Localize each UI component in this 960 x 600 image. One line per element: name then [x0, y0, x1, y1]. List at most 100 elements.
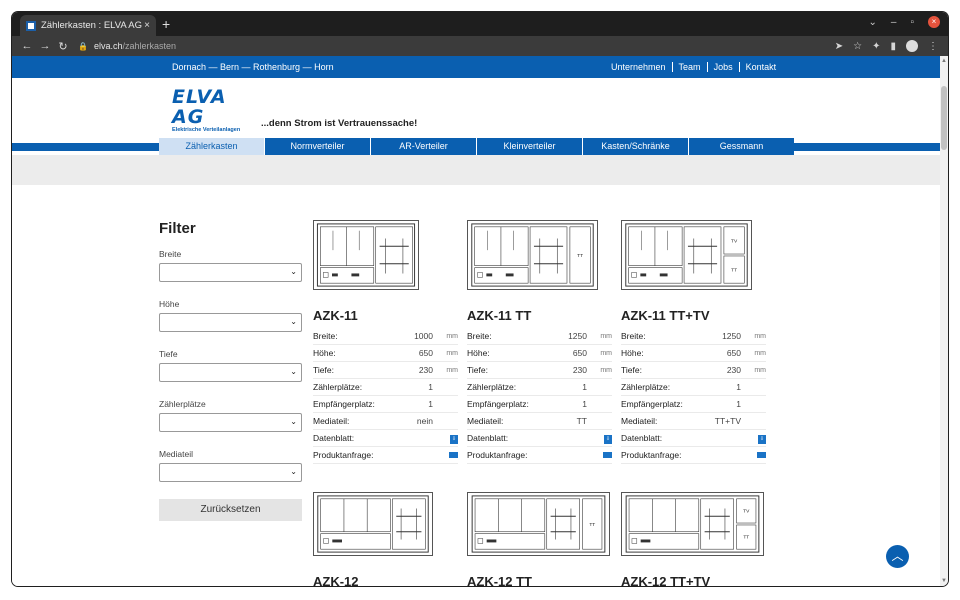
menu-normverteiler[interactable]: Normverteiler — [265, 138, 370, 155]
link-jobs[interactable]: Jobs — [706, 62, 739, 72]
filter-select-breite[interactable]: ⌄ — [159, 263, 302, 282]
spec-row-media: Mediateil: TT+TV — [621, 413, 766, 430]
product-image[interactable]: TT — [467, 492, 610, 556]
thumb-tt-label: TT — [577, 253, 583, 259]
spec-label: Höhe: — [467, 348, 490, 358]
back-icon[interactable]: ← — [18, 40, 36, 52]
spec-label: Breite: — [621, 331, 646, 341]
send-icon[interactable]: ➤ — [835, 41, 843, 52]
close-tab-icon[interactable]: × — [144, 20, 150, 31]
menu-ar-verteiler[interactable]: AR-Verteiler — [371, 138, 476, 155]
mail-icon[interactable] — [757, 452, 766, 458]
chevron-down-icon: ⌄ — [290, 417, 297, 426]
menu-gessmann[interactable]: Gessmann — [689, 138, 794, 155]
address-bar[interactable]: 🔒 elva.ch/zahlerkasten — [78, 38, 835, 54]
link-team[interactable]: Team — [671, 62, 707, 72]
menu-kleinverteiler[interactable]: Kleinverteiler — [477, 138, 582, 155]
cabinet-drawing: TV TT — [625, 495, 760, 553]
bookmark-star-icon[interactable]: ☆ — [853, 41, 862, 52]
spec-value: 1250 — [722, 331, 741, 341]
pdf-icon[interactable]: ⇩ — [450, 435, 458, 444]
reset-button[interactable]: Zurücksetzen — [159, 499, 302, 521]
filter-select-hoehe[interactable]: ⌄ — [159, 313, 302, 332]
spec-row-empf: Empfängerplatz: 1 — [621, 396, 766, 413]
page-scrollbar[interactable]: ▲ ▼ — [940, 56, 948, 586]
close-window-icon[interactable]: × — [928, 16, 940, 28]
product-image[interactable] — [313, 492, 433, 556]
maximize-icon[interactable]: ▫ — [910, 17, 914, 28]
elva-logo[interactable]: ELVA AG Elektrische Verteilanlagen — [172, 87, 256, 133]
spec-row-datenblatt: Datenblatt: ⇩ — [621, 430, 766, 447]
product-name[interactable]: AZK-12 TT — [467, 574, 612, 586]
product-image[interactable]: TV TT — [621, 492, 764, 556]
reload-icon[interactable]: ↻ — [54, 40, 72, 53]
spec-row-zaehler: Zählerplätze: 1 — [467, 379, 612, 396]
menu-zaehlerkasten[interactable]: Zählerkasten — [159, 138, 264, 155]
product-name[interactable]: AZK-11 — [313, 308, 458, 323]
spec-row-breite: Breite: 1250 mm — [467, 328, 612, 345]
scrollbar-thumb[interactable] — [941, 86, 947, 150]
filter-select-zaehlerplaetze[interactable]: ⌄ — [159, 413, 302, 432]
spec-row-tiefe: Tiefe: 230 mm — [621, 362, 766, 379]
product-name[interactable]: AZK-12 — [313, 574, 458, 586]
menu-kasten-schraenke[interactable]: Kasten/Schränke — [583, 138, 688, 155]
scroll-to-top-button[interactable]: ︿ — [886, 545, 909, 568]
spec-row-datenblatt: Datenblatt: ⇩ — [313, 430, 458, 447]
forward-icon[interactable]: → — [36, 40, 54, 52]
product-image[interactable] — [313, 220, 419, 290]
scroll-down-icon[interactable]: ▼ — [940, 578, 948, 584]
link-unternehmen[interactable]: Unternehmen — [611, 62, 672, 72]
spec-label: Produktanfrage: — [467, 450, 528, 460]
url-domain: elva.ch — [93, 41, 123, 51]
spec-label: Mediateil: — [313, 416, 350, 426]
mail-icon[interactable] — [449, 452, 458, 458]
spec-label: Tiefe: — [313, 365, 334, 375]
product-name[interactable]: AZK-11 TT+TV — [621, 308, 766, 323]
filter-select-mediateil[interactable]: ⌄ — [159, 463, 302, 482]
thumb-tv-label: TV — [743, 508, 750, 514]
product-name[interactable]: AZK-11 TT — [467, 308, 612, 323]
product-card-azk-11: AZK-11 Breite: 1000 mm Höhe: 650 mm Tiefe: 23… — [313, 220, 458, 464]
spec-label: Zählerplätze: — [621, 382, 671, 392]
spec-row-anfrage: Produktanfrage: — [467, 447, 612, 464]
spec-label: Empfängerplatz: — [621, 399, 683, 409]
pdf-icon[interactable]: ⇩ — [604, 435, 612, 444]
filter-label-tiefe: Tiefe — [159, 349, 178, 359]
profile-avatar-icon[interactable] — [906, 40, 918, 52]
mail-icon[interactable] — [603, 452, 612, 458]
product-image[interactable]: TT — [467, 220, 598, 290]
sidepanel-icon[interactable]: ▮ — [890, 41, 896, 52]
product-image[interactable]: TV TT — [621, 220, 752, 290]
menu-kebab-icon[interactable]: ⋮ — [928, 41, 938, 52]
browser-tab[interactable]: Zählerkasten : ELVA AG × — [20, 15, 156, 36]
pdf-icon[interactable]: ⇩ — [758, 435, 766, 444]
logo-subtitle: Elektrische Verteilanlagen — [172, 127, 241, 133]
spec-value: 1 — [582, 382, 587, 392]
product-card-azk-12-tt-tv: TV TT AZK-12 TT+TV — [621, 492, 766, 586]
spec-label: Tiefe: — [467, 365, 488, 375]
spec-value: 650 — [572, 348, 587, 358]
product-name[interactable]: AZK-12 TT+TV — [621, 574, 766, 586]
spec-value: 230 — [726, 365, 741, 375]
product-card-azk-11-tt: TT AZK-11 TT Breite: 1250 mm Höhe: 650 mm Ti… — [467, 220, 612, 464]
filter-select-tiefe[interactable]: ⌄ — [159, 363, 302, 382]
spec-unit: mm — [600, 349, 612, 357]
spec-label: Breite: — [467, 331, 492, 341]
new-tab-button[interactable]: + — [162, 16, 170, 32]
tab-search-icon[interactable]: ⌄ — [869, 17, 877, 28]
filter-label-mediateil: Mediateil — [159, 449, 194, 459]
spec-value: 1250 — [568, 331, 587, 341]
main-menu: Zählerkasten Normverteiler AR-Verteiler … — [159, 138, 794, 155]
spec-label: Höhe: — [621, 348, 644, 358]
thumb-tv-label: TV — [731, 238, 738, 244]
minimize-icon[interactable]: – — [891, 17, 897, 28]
link-kontakt[interactable]: Kontakt — [738, 62, 783, 72]
tab-title: Zählerkasten : ELVA AG — [41, 20, 143, 31]
extensions-icon[interactable]: ✦ — [872, 41, 880, 52]
scroll-up-icon[interactable]: ▲ — [940, 58, 948, 64]
spec-value: TT+TV — [714, 416, 741, 426]
browser-window: Zählerkasten : ELVA AG × + ⌄ – ▫ × ← → ↻… — [12, 12, 948, 586]
spec-label: Mediateil: — [467, 416, 504, 426]
spec-row-media: Mediateil: nein — [313, 413, 458, 430]
spec-row-anfrage: Produktanfrage: — [313, 447, 458, 464]
